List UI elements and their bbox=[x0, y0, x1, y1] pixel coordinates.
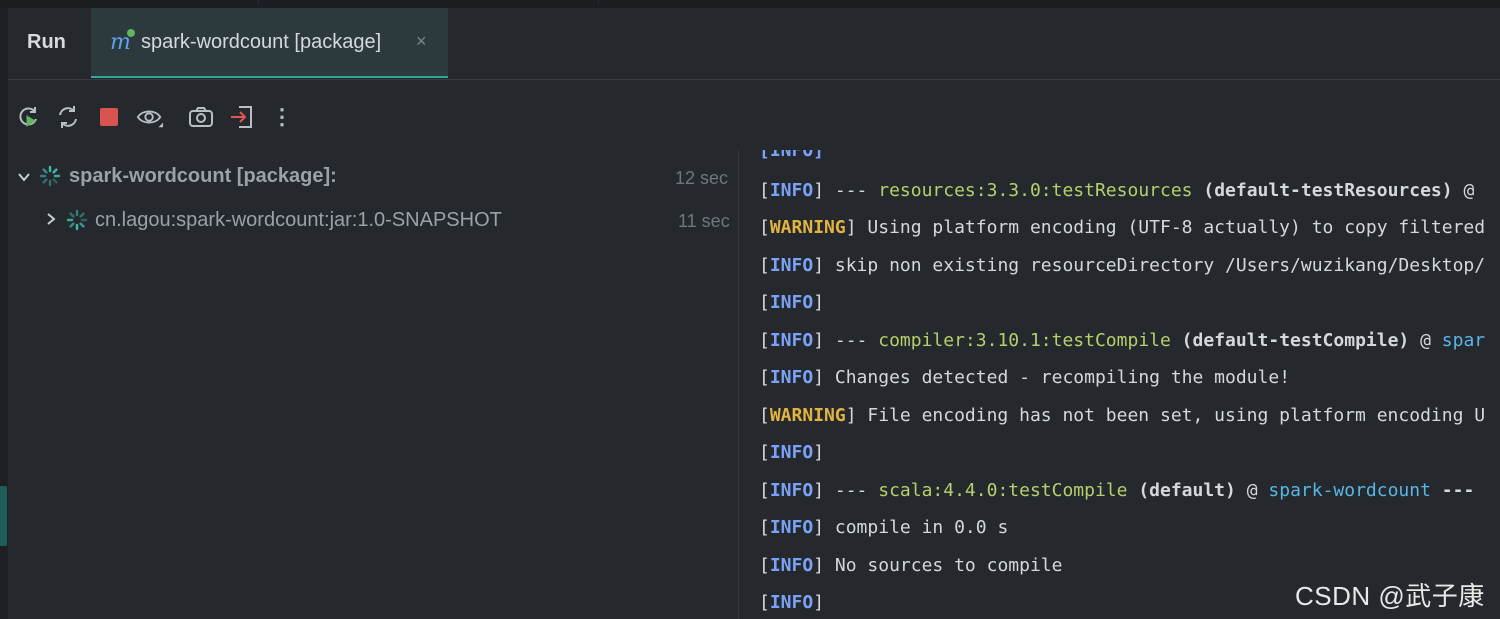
console-line: [INFO] --- resources:3.3.0:testResources… bbox=[759, 180, 1475, 201]
tree-item-duration: 12 sec bbox=[675, 168, 729, 188]
project-link[interactable]: spark-wordcount bbox=[1268, 480, 1431, 501]
watermark: CSDN @武子康 bbox=[1295, 581, 1485, 611]
console-line: [INFO] --- compiler:3.10.1:testCompile (… bbox=[759, 330, 1486, 351]
console-line: [WARNING] File encoding has not been set… bbox=[759, 405, 1486, 426]
log-level: WARNING bbox=[769, 405, 846, 426]
tree-item-duration: 11 sec bbox=[678, 211, 730, 231]
more-options-icon[interactable]: ⋮ bbox=[268, 103, 296, 131]
project-link[interactable]: spar bbox=[1442, 330, 1485, 351]
console-line: [INFO] Changes detected - recompiling th… bbox=[759, 367, 1291, 388]
left-gutter-marker bbox=[0, 486, 7, 546]
chevron-down-icon[interactable] bbox=[17, 170, 31, 184]
console-line: [WARNING] Using platform encoding (UTF-8… bbox=[759, 217, 1486, 238]
console-line: [INFO] bbox=[759, 592, 825, 613]
console-line: [INFO] bbox=[759, 150, 824, 161]
chevron-right-icon[interactable] bbox=[44, 212, 58, 226]
log-level: INFO bbox=[769, 367, 814, 388]
exit-icon[interactable] bbox=[228, 103, 256, 131]
window-top-strip bbox=[0, 0, 1500, 8]
plugin-goal: compiler:3.10.1:testCompile bbox=[878, 330, 1171, 351]
log-level: INFO bbox=[769, 592, 814, 613]
tab-label: spark-wordcount [package] bbox=[141, 31, 382, 53]
console-line: [INFO] --- scala:4.4.0:testCompile (defa… bbox=[759, 480, 1475, 501]
tree-item-label: cn.lagou:spark-wordcount:jar:1.0-SNAPSHO… bbox=[95, 209, 502, 231]
rerun-failed-icon[interactable] bbox=[54, 103, 82, 131]
console-line: [INFO] No sources to compile bbox=[759, 555, 1063, 576]
plugin-goal: resources:3.3.0:testResources bbox=[878, 180, 1193, 201]
log-level: INFO bbox=[769, 330, 814, 351]
log-level: INFO bbox=[769, 480, 814, 501]
console-output[interactable]: [INFO] [INFO] --- resources:3.3.0:testRe… bbox=[738, 150, 1500, 619]
log-level: [INFO] bbox=[759, 150, 825, 161]
log-level: INFO bbox=[769, 555, 814, 576]
tab-spark-wordcount-package[interactable]: m spark-wordcount [package] × bbox=[91, 8, 448, 78]
log-level: INFO bbox=[769, 255, 814, 276]
console-line: [INFO] bbox=[759, 292, 825, 313]
screenshot-icon[interactable] bbox=[187, 103, 215, 131]
log-level: WARNING bbox=[769, 217, 846, 238]
stop-icon[interactable] bbox=[95, 103, 123, 131]
top-strip-segment bbox=[258, 0, 599, 4]
loading-spinner-icon bbox=[66, 209, 88, 231]
tree-item-label: spark-wordcount [package]: bbox=[69, 165, 337, 187]
show-icon[interactable] bbox=[136, 103, 164, 131]
maven-run-icon: m bbox=[109, 28, 137, 56]
console-line: [INFO] skip non existing resourceDirecto… bbox=[759, 255, 1486, 276]
close-tab-icon[interactable]: × bbox=[416, 31, 427, 52]
console-line: [INFO] compile in 0.0 s bbox=[759, 517, 1009, 538]
run-tool-window-title: Run bbox=[27, 31, 66, 53]
console-line: [INFO] bbox=[759, 442, 825, 463]
loading-spinner-icon bbox=[39, 165, 61, 187]
plugin-goal: scala:4.4.0:testCompile bbox=[878, 480, 1128, 501]
top-strip-segment bbox=[0, 0, 259, 4]
log-level: INFO bbox=[769, 180, 814, 201]
log-level: INFO bbox=[769, 517, 814, 538]
rerun-icon[interactable] bbox=[14, 103, 42, 131]
log-level: INFO bbox=[769, 442, 814, 463]
log-level: INFO bbox=[769, 292, 814, 313]
